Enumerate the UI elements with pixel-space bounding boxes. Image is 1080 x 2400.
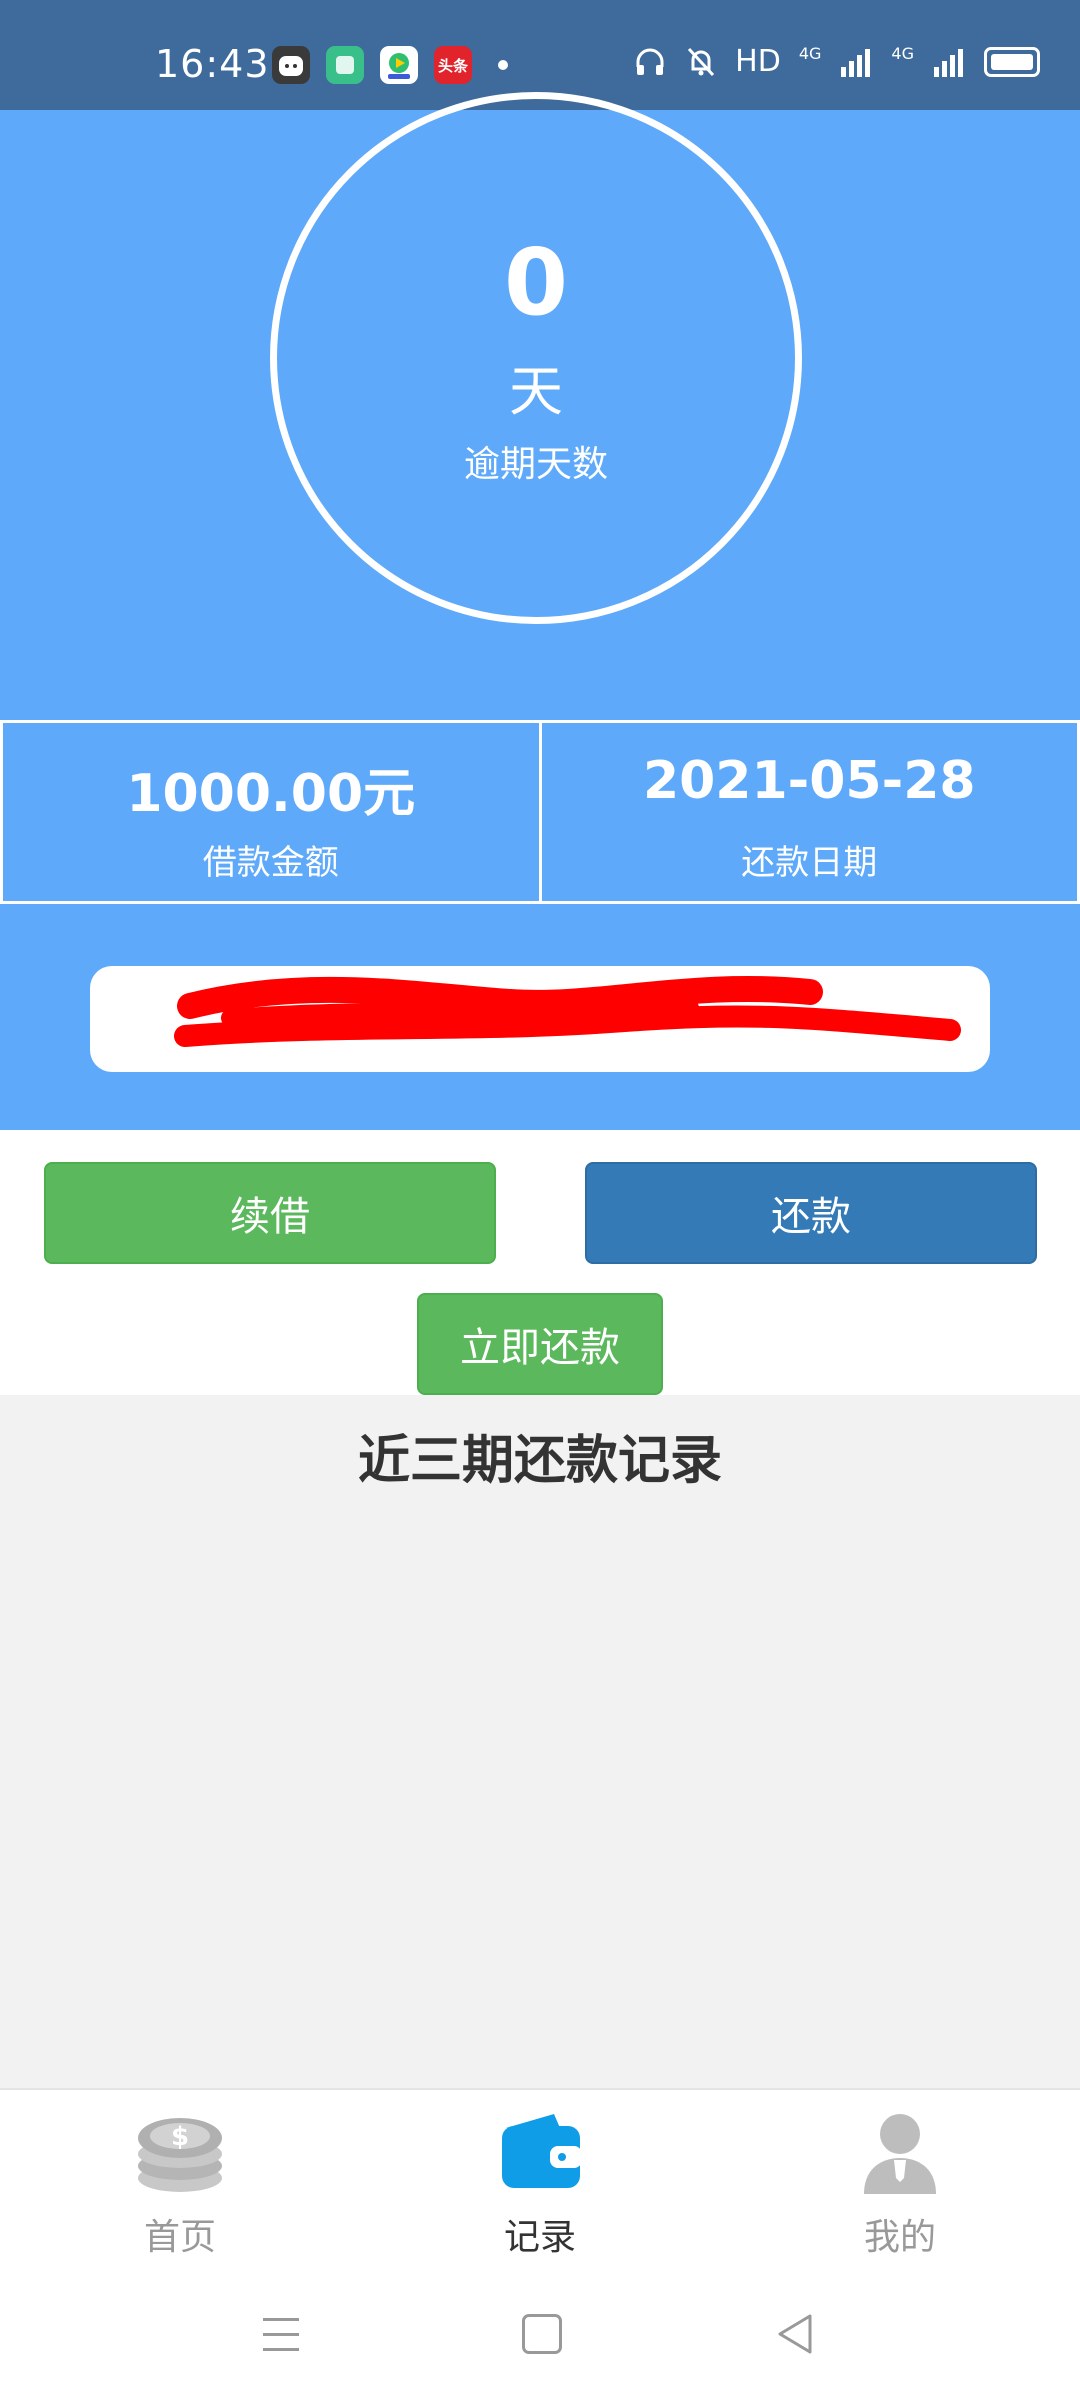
status-app-icons: 头条 [272,46,508,84]
status-indicators: HD 4G 4G [633,44,1040,79]
tab-home-label: 首页 [143,2217,216,2258]
overdue-days-value: 0 [503,229,568,336]
system-nav-bar [0,2278,1080,2400]
toutiao-app-icon: 头条 [434,46,472,84]
tab-records[interactable]: 记录 [440,2108,640,2260]
due-date-label: 还款日期 [741,843,878,883]
redaction-scribble [174,975,961,1047]
tab-records-label: 记录 [503,2217,576,2258]
due-date-value: 2021-05-28 [642,751,976,811]
loan-info-row: 1000.00元 借款金额 2021-05-28 还款日期 [0,720,1080,904]
bell-off-icon [688,47,715,76]
toutiao-app-label: 头条 [437,56,468,75]
overdue-circle: 0 天 逾期天数 [270,92,802,624]
status-time: 16:43 [155,42,270,86]
hd-indicator: HD [735,44,781,79]
home-nav-icon[interactable] [522,2314,562,2354]
action-area: 续借 还款 立即还款 [0,1130,1080,1395]
repay-now-button[interactable]: 立即还款 [417,1293,663,1395]
video-app-icon [380,46,418,84]
loan-amount-cell: 1000.00元 借款金额 [0,723,539,901]
svg-text:$: $ [171,2122,189,2152]
records-title: 近三期还款记录 [357,1431,722,1491]
robot-app-icon [272,46,310,84]
green-app-icon [326,46,364,84]
loan-amount-label: 借款金额 [202,843,339,883]
headphones-icon [636,48,664,75]
coins-icon: $ [138,2118,222,2192]
recent-apps-icon[interactable] [263,2318,299,2363]
notification-dot [498,60,508,70]
signal-2-icon [934,48,963,77]
overdue-days-label: 逾期天数 [463,444,608,485]
battery-icon [984,46,1040,77]
renew-button[interactable]: 续借 [44,1162,496,1264]
user-icon [864,2114,936,2194]
overdue-summary: 0 天 逾期天数 1000.00元 借款金额 2021-05-28 还款日期 [0,92,1080,1130]
signal-1-icon [841,48,871,77]
overdue-days-unit: 天 [509,360,563,423]
due-date-cell: 2021-05-28 还款日期 [538,723,1080,901]
loan-amount-value: 1000.00元 [126,764,416,824]
tab-mine-label: 我的 [863,2217,936,2258]
signal-1-type: 4G [798,44,822,63]
signal-2-type: 4G [891,44,914,63]
tab-home[interactable]: $ 首页 [80,2108,280,2260]
repay-button[interactable]: 还款 [585,1162,1037,1264]
wallet-icon [502,2114,582,2188]
bottom-tab-bar: $ 首页 记录 我的 [0,2088,1080,2280]
tab-mine[interactable]: 我的 [800,2108,1000,2260]
back-nav-icon[interactable] [774,2312,814,2356]
